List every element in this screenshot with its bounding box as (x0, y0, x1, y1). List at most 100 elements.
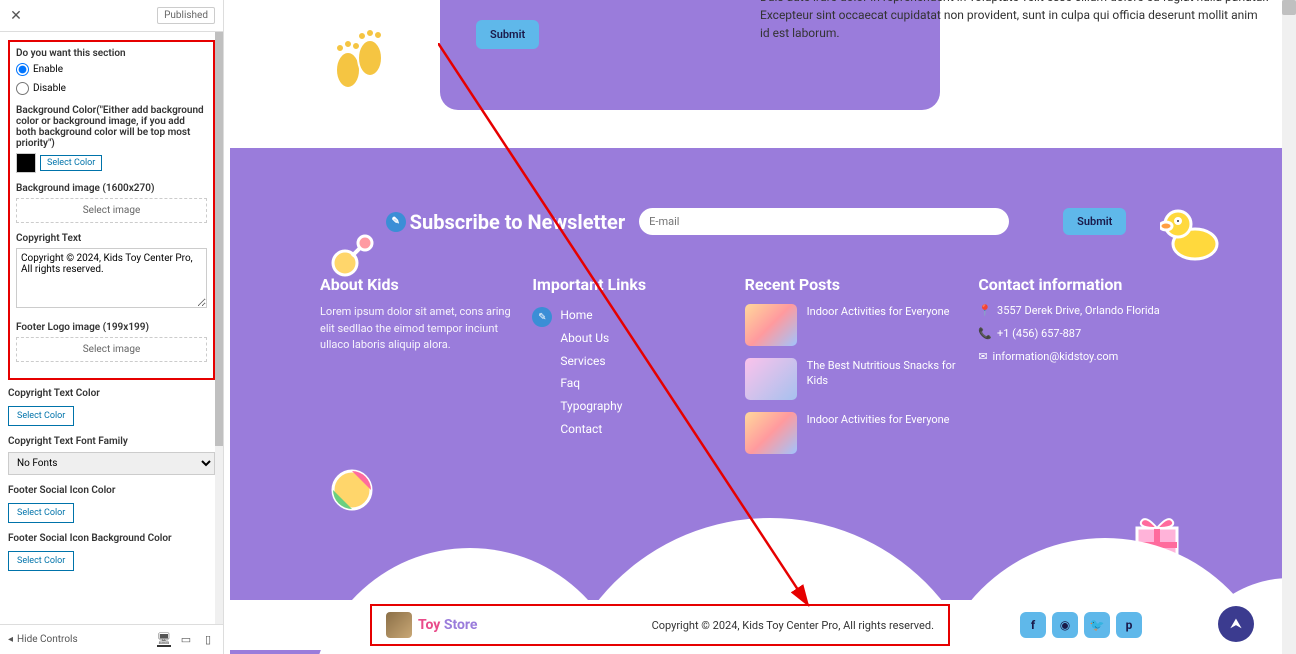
desktop-icon[interactable]: 🖥 (157, 633, 171, 647)
select-logo-image-button[interactable]: Select image (16, 337, 207, 362)
disable-label: Disable (33, 83, 66, 94)
mail-icon: ✉ (978, 350, 987, 363)
post-item[interactable]: Indoor Activities for Everyone (745, 304, 959, 346)
footer-logo: Toy Store (386, 612, 477, 638)
list-item[interactable]: Services (560, 350, 622, 373)
footer-logo-image (386, 612, 412, 638)
about-column: About Kids Lorem ipsum dolor sit amet, c… (320, 275, 512, 466)
post-thumbnail (745, 412, 797, 454)
address-text: 3557 Derek Drive, Orlando Florida (997, 304, 1160, 317)
post-title: Indoor Activities for Everyone (807, 412, 950, 427)
instagram-icon[interactable]: ◉ (1052, 612, 1078, 638)
contact-email: ✉ information@kidstoy.com (978, 350, 1192, 363)
copyright-text-label: Copyright Text (16, 233, 207, 244)
collapse-icon: ◂ (8, 634, 13, 645)
logo-toy-text: Toy (418, 617, 440, 633)
location-icon: 📍 (978, 304, 992, 317)
contact-column: Contact information 📍 3557 Derek Drive, … (978, 275, 1192, 466)
preview-scroll-thumb[interactable] (1282, 0, 1296, 15)
sidebar-footer: ◂ Hide Controls 🖥 ▭ ▯ (0, 624, 223, 654)
hide-controls-button[interactable]: ◂ Hide Controls (8, 634, 78, 645)
footer-bar: Toy Store Copyright © 2024, Kids Toy Cen… (230, 600, 1282, 650)
bg-image-label: Background image (1600x270) (16, 183, 207, 194)
email-text: information@kidstoy.com (993, 350, 1119, 363)
social-icon-bg-label: Footer Social Icon Background Color (8, 533, 215, 544)
footprints-decoration (330, 30, 390, 100)
disable-radio-row[interactable]: Disable (16, 82, 207, 95)
enable-label: Enable (33, 64, 63, 75)
bg-color-label: Background Color("Either add background … (16, 105, 207, 149)
close-icon[interactable]: ✕ (8, 8, 24, 24)
post-item[interactable]: Indoor Activities for Everyone (745, 412, 959, 454)
facebook-icon[interactable]: f (1020, 612, 1046, 638)
mobile-icon[interactable]: ▯ (201, 633, 215, 647)
customizer-sidebar: ✕ Published Do you want this section Ena… (0, 0, 224, 654)
phone-icon: 📞 (978, 327, 992, 340)
scroll-top-button[interactable]: ⮝ (1218, 606, 1254, 642)
font-select[interactable]: No Fonts (8, 452, 215, 475)
copyright-font-label: Copyright Text Font Family (8, 436, 215, 447)
list-item[interactable]: Typography (560, 395, 622, 418)
links-column: Important Links ✎ Home About Us Services… (532, 275, 724, 466)
pinterest-icon[interactable]: p (1116, 612, 1142, 638)
post-title: The Best Nutritious Snacks for Kids (807, 358, 959, 389)
social-icons: f ◉ 🐦 p (1020, 612, 1142, 638)
tablet-icon[interactable]: ▭ (179, 633, 193, 647)
footer-section: ✎ Subscribe to Newsletter Submit About K… (230, 148, 1282, 654)
social-icon-bg-button[interactable]: Select Color (8, 551, 74, 571)
copyright-color-button[interactable]: Select Color (8, 406, 74, 426)
logo-store-text: Store (444, 617, 478, 633)
list-item[interactable]: Contact (560, 418, 622, 441)
sidebar-scroll-thumb[interactable] (215, 32, 223, 446)
phone-text: +1 (456) 657-887 (997, 327, 1081, 340)
about-text: Lorem ipsum dolor sit amet, cons aring e… (320, 304, 512, 354)
post-title: Indoor Activities for Everyone (807, 304, 950, 319)
social-icon-color-button[interactable]: Select Color (8, 503, 74, 523)
bg-color-swatch[interactable] (16, 153, 36, 173)
rattle-decoration (330, 228, 380, 278)
edit-icon[interactable]: ✎ (386, 212, 406, 232)
twitter-icon[interactable]: 🐦 (1084, 612, 1110, 638)
post-item[interactable]: The Best Nutritious Snacks for Kids (745, 358, 959, 400)
ball-decoration (330, 468, 374, 512)
enable-radio-row[interactable]: Enable (16, 63, 207, 76)
published-badge: Published (157, 7, 215, 24)
post-thumbnail (745, 358, 797, 400)
edit-icon[interactable]: ✎ (532, 307, 552, 327)
select-bg-image-button[interactable]: Select image (16, 198, 207, 223)
posts-title: Recent Posts (745, 275, 959, 294)
list-item[interactable]: About Us (560, 327, 622, 350)
footer-columns: About Kids Lorem ipsum dolor sit amet, c… (230, 265, 1282, 526)
copyright-color-label: Copyright Text Color (8, 388, 215, 399)
sidebar-content: Do you want this section Enable Disable … (0, 32, 223, 624)
social-icon-color-label: Footer Social Icon Color (8, 485, 215, 496)
newsletter-title: ✎ Subscribe to Newsletter (386, 210, 626, 234)
email-input[interactable] (639, 208, 1009, 235)
contact-address: 📍 3557 Derek Drive, Orlando Florida (978, 304, 1192, 317)
post-thumbnail (745, 304, 797, 346)
links-title: Important Links (532, 275, 724, 294)
newsletter-title-text: Subscribe to Newsletter (410, 210, 626, 234)
list-item[interactable]: Home (560, 304, 622, 327)
posts-column: Recent Posts Indoor Activities for Every… (745, 275, 959, 466)
list-item[interactable]: Faq (560, 372, 622, 395)
footer-logo-label: Footer Logo image (199x199) (16, 322, 207, 333)
contact-phone: 📞 +1 (456) 657-887 (978, 327, 1192, 340)
copyright-text: Copyright © 2024, Kids Toy Center Pro, A… (652, 619, 934, 632)
hide-controls-label: Hide Controls (17, 634, 78, 645)
enable-radio[interactable] (16, 63, 29, 76)
sidebar-scrollbar[interactable] (215, 32, 223, 624)
select-color-button[interactable]: Select Color (40, 155, 102, 171)
lorem-paragraph: Duis aute irure dolor in reprehenderit i… (760, 0, 1270, 42)
form-submit-button[interactable]: Submit (476, 20, 539, 49)
want-section-label: Do you want this section (16, 48, 207, 59)
links-list: Home About Us Services Faq Typography Co… (560, 304, 622, 441)
disable-radio[interactable] (16, 82, 29, 95)
duck-decoration (1160, 206, 1222, 262)
newsletter-row: ✎ Subscribe to Newsletter Submit (230, 148, 1282, 265)
sidebar-header: ✕ Published (0, 0, 223, 32)
copyright-textarea[interactable]: Copyright © 2024, Kids Toy Center Pro, A… (16, 248, 207, 308)
footer-bar-highlighted: Toy Store Copyright © 2024, Kids Toy Cen… (370, 604, 950, 646)
newsletter-submit-button[interactable]: Submit (1063, 208, 1126, 235)
preview-scrollbar[interactable] (1282, 0, 1296, 654)
